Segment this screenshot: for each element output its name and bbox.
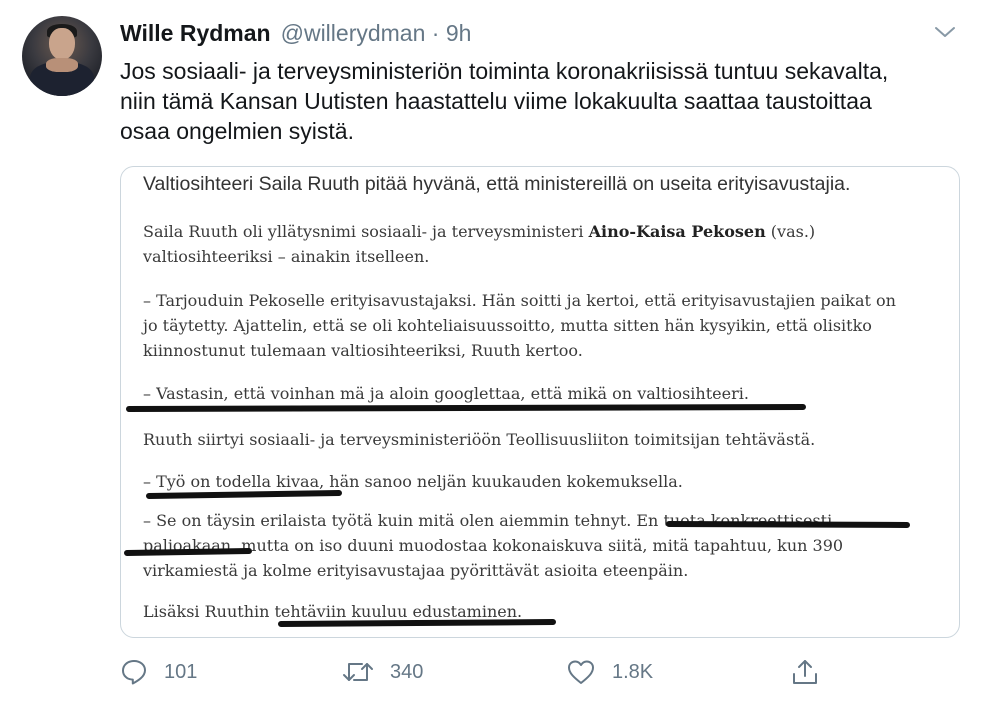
article-line: kiinnostunut tulemaan valtiosihteeriksi,… — [143, 341, 583, 360]
reply-icon — [122, 660, 146, 685]
article-screenshot: Valtiosihteeri Saila Ruuth pitää hyvänä,… — [121, 167, 959, 637]
article-line: – Vastasin, että voinhan mä ja aloin goo… — [143, 384, 749, 403]
tweet-time[interactable]: 9h — [446, 20, 472, 46]
article-bold-name: Aino-Kaisa Pekosen — [588, 222, 766, 241]
article-line: jo täytetty. Ajattelin, että se oli koht… — [143, 316, 872, 335]
article-line: valtiosihteeriksi – ainakin itselleen. — [143, 247, 430, 266]
reply-count: 101 — [164, 660, 198, 683]
like-count: 1.8K — [612, 660, 654, 683]
article-paragraph-2: – Tarjouduin Pekoselle erityisavustajaks… — [143, 288, 953, 363]
share-button[interactable] — [790, 654, 820, 690]
heart-icon — [568, 660, 594, 684]
tweet-text-line: niin tämä Kansan Uutisten haastattelu vi… — [120, 88, 872, 114]
article-paragraph-3: – Vastasin, että voinhan mä ja aloin goo… — [143, 381, 953, 406]
article-line: – Se on täysin erilaista työtä kuin mitä… — [143, 511, 833, 530]
article-line: Lisäksi Ruuthin tehtäviin kuuluu edustam… — [143, 602, 523, 621]
tweet[interactable]: Wille Rydman @willerydman · 9h Jos sosia… — [0, 0, 986, 704]
article-text: (vas.) — [765, 222, 816, 241]
author-handle[interactable]: @willerydman · 9h — [281, 20, 472, 47]
avatar[interactable] — [22, 16, 102, 96]
article-paragraph-7: Lisäksi Ruuthin tehtäviin kuuluu edustam… — [143, 599, 953, 624]
tweet-text: Jos sosiaali- ja terveysministeriön toim… — [120, 56, 960, 146]
attached-image[interactable]: Valtiosihteeri Saila Ruuth pitää hyvänä,… — [120, 166, 960, 638]
separator-dot: · — [431, 20, 440, 46]
underline-vastasin — [126, 404, 806, 412]
tweet-actions: 101 340 1.8K — [120, 654, 840, 690]
avatar-hands — [46, 58, 78, 72]
avatar-face — [49, 28, 75, 60]
tweet-text-line: osaa ongelmien syistä. — [120, 118, 354, 144]
article-line: – Työ on todella kivaa, hän sanoo neljän… — [143, 472, 683, 491]
article-line: paljoakaan, mutta on iso duuni muodostaa… — [143, 536, 844, 555]
author-handle-text: @willerydman — [280, 20, 426, 46]
retweet-count: 340 — [390, 660, 424, 683]
like-button[interactable]: 1.8K — [566, 654, 653, 690]
article-line: virkamiestä ja kolme erityisavustajaa py… — [143, 561, 689, 580]
article-paragraph-5: – Työ on todella kivaa, hän sanoo neljän… — [143, 469, 953, 494]
article-line: – Tarjouduin Pekoselle erityisavustajaks… — [143, 291, 896, 310]
article-line: Ruuth siirtyi sosiaali- ja terveysminist… — [143, 430, 816, 449]
retweet-button[interactable]: 340 — [342, 654, 423, 690]
article-paragraph-4: Ruuth siirtyi sosiaali- ja terveysminist… — [143, 427, 953, 452]
reply-button[interactable]: 101 — [120, 654, 197, 690]
author-name[interactable]: Wille Rydman — [120, 20, 271, 47]
tweet-text-line: Jos sosiaali- ja terveysministeriön toim… — [120, 58, 889, 84]
article-paragraph-1: Saila Ruuth oli yllätysnimi sosiaali- ja… — [143, 219, 953, 269]
tweet-header: Wille Rydman @willerydman · 9h — [120, 20, 471, 50]
more-options-button[interactable] — [932, 22, 958, 42]
article-line: Saila Ruuth oli yllätysnimi sosiaali- ja… — [143, 219, 953, 244]
article-lead: Valtiosihteeri Saila Ruuth pitää hyvänä,… — [143, 173, 851, 195]
article-text: Saila Ruuth oli yllätysnimi sosiaali- ja… — [143, 222, 589, 241]
article-paragraph-6: – Se on täysin erilaista työtä kuin mitä… — [143, 508, 953, 583]
share-icon — [793, 660, 817, 684]
retweet-icon — [343, 663, 373, 681]
chevron-down-icon — [935, 27, 955, 37]
